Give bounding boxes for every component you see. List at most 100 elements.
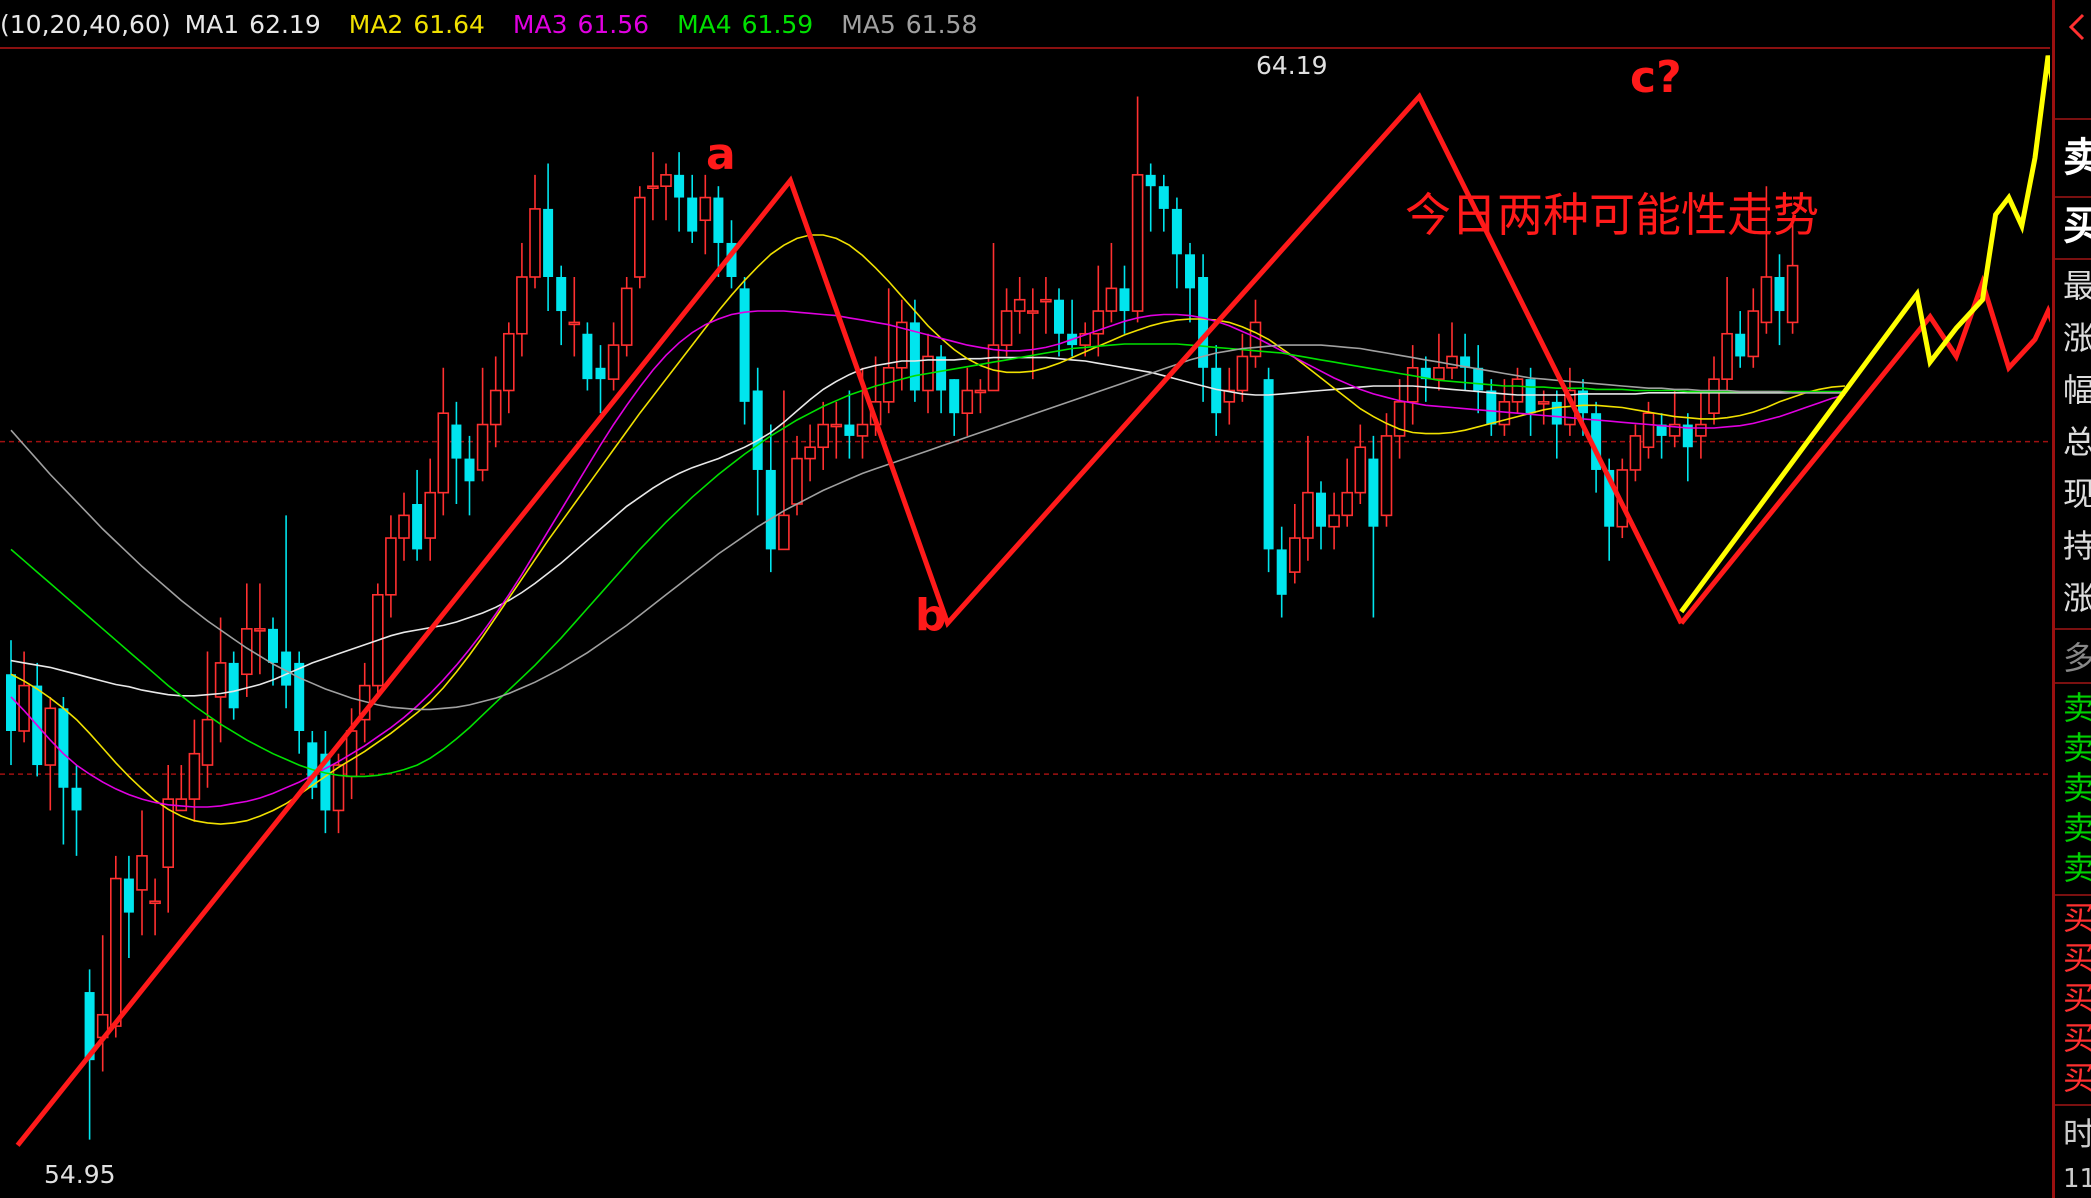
- candle-body-down: [1276, 549, 1287, 595]
- collapse-arrow-icon[interactable]: [2063, 12, 2089, 42]
- candle-body-up: [214, 662, 227, 698]
- ma5-legend: MA5 61.58: [841, 10, 987, 39]
- ma4-value: 61.59: [741, 9, 814, 39]
- ma4-legend: MA4 61.59: [677, 10, 823, 39]
- candle-body-up: [1302, 491, 1314, 539]
- candle-body-up: [1289, 537, 1301, 573]
- candle-body-down: [412, 504, 423, 550]
- ma1-legend: MA1 62.19: [185, 10, 331, 39]
- candle-body-down: [713, 197, 724, 243]
- buy-level-3: 买: [2063, 979, 2091, 1017]
- stat-row-4: 总: [2063, 423, 2091, 461]
- high-price-label: 64.19: [1256, 51, 1328, 80]
- candle-body-down: [71, 787, 82, 811]
- candle-body-down: [765, 469, 776, 550]
- candle-body-down: [123, 878, 134, 913]
- candle-body-up: [1721, 332, 1733, 380]
- sell-level-4: 卖: [2063, 729, 2091, 767]
- candle-body-down: [739, 288, 750, 402]
- forecast-note: 今日两种可能性走势: [1405, 188, 1819, 242]
- candle-body-up: [1406, 366, 1419, 403]
- candle-body-up: [633, 196, 646, 278]
- candle-body-up: [476, 423, 489, 471]
- candle-body-up: [804, 446, 816, 460]
- candle-body-up: [830, 423, 843, 428]
- candle-body-down: [844, 424, 855, 436]
- candle-body-up: [791, 457, 803, 505]
- candle-body-down: [1185, 254, 1195, 289]
- candle-body-down: [752, 390, 763, 470]
- stat-row-5: 现: [2063, 475, 2091, 513]
- candle-body-down: [1473, 367, 1484, 391]
- candle-body-up: [516, 276, 528, 335]
- candle-body-up: [961, 389, 974, 415]
- candle-body-up: [778, 514, 790, 551]
- candle-body-down: [1263, 379, 1274, 550]
- stat-row-1: 最: [2063, 267, 2091, 305]
- candle-body-down: [464, 458, 475, 482]
- wave-label-b: b: [915, 590, 947, 641]
- sell-level-5: 卖: [2063, 689, 2091, 727]
- candle-body-up: [241, 628, 253, 676]
- candle-body-up: [254, 628, 266, 632]
- candle-body-up: [1040, 298, 1052, 303]
- candle-body-up: [1695, 423, 1707, 437]
- stat-row-6: 持: [2063, 527, 2091, 565]
- candle-body-down: [1158, 186, 1169, 209]
- candle-body-up: [1354, 446, 1367, 494]
- candle-body-up: [1013, 298, 1026, 312]
- time-header: 时: [2063, 1115, 2091, 1153]
- wave-abc-path: [15, 92, 1684, 1147]
- ma5-label: MA5: [841, 9, 896, 39]
- candle-body-down: [674, 174, 685, 198]
- candle-body-up: [136, 855, 148, 891]
- ma3-label: MA3: [512, 9, 568, 39]
- candle-body-down: [228, 662, 239, 709]
- panel-tab[interactable]: 多: [2063, 642, 2091, 674]
- candle-body-up: [1027, 310, 1039, 314]
- candle-body-up: [201, 718, 214, 766]
- candle-body-up: [699, 196, 712, 222]
- candle-body-up: [1760, 276, 1773, 324]
- candle-body-up: [1747, 310, 1760, 358]
- ma3-legend: MA3 61.56: [513, 10, 659, 39]
- stat-row-7: 涨: [2063, 579, 2091, 617]
- candle-body-up: [1328, 514, 1340, 528]
- candle-body-down: [595, 367, 606, 380]
- candle-body-up: [987, 344, 1000, 392]
- ma1-label: MA1: [184, 9, 240, 39]
- sell-level-2: 卖: [2063, 809, 2091, 847]
- candle-body-down: [543, 208, 554, 277]
- candle-body-down: [1774, 277, 1785, 312]
- candle-body-down: [1171, 208, 1182, 255]
- forecast-path-red: [1679, 274, 2050, 625]
- candle-body-down: [1198, 277, 1209, 368]
- candle-body-down: [1368, 458, 1379, 527]
- candle-body-up: [175, 798, 188, 812]
- candle-body-up: [1433, 366, 1445, 380]
- sell-level-3: 卖: [2063, 769, 2091, 807]
- candle-body-down: [451, 424, 462, 459]
- candle-body-down: [582, 333, 593, 380]
- buy-level-1: 买: [2063, 899, 2091, 937]
- ma3-value: 61.56: [577, 9, 650, 39]
- candle-body-up: [1642, 412, 1655, 449]
- candle-body-up: [332, 764, 345, 812]
- wave-label-a: a: [706, 129, 736, 180]
- candle-body-down: [556, 277, 567, 312]
- candle-body-down: [1551, 401, 1562, 425]
- candle-body-up: [489, 389, 502, 426]
- candle-body-up: [974, 389, 987, 394]
- candle-body-up: [568, 321, 581, 326]
- stat-row-2: 涨: [2063, 319, 2091, 357]
- candle-body-up: [1786, 264, 1799, 324]
- candle-body-up: [882, 366, 895, 403]
- ma5-value: 61.58: [905, 9, 978, 39]
- quote-side-panel: 卖 买 最 涨 幅 总 现 持 涨 多 卖 卖 卖 卖 卖 买 买 买 买 买 …: [2052, 0, 2091, 1198]
- candle-body-down: [687, 197, 698, 232]
- candle-body-down: [294, 662, 305, 731]
- candle-body-up: [385, 537, 397, 596]
- candle-body-up: [110, 877, 122, 1027]
- candle-body-down: [1145, 174, 1156, 187]
- ma1-value: 62.19: [249, 9, 321, 39]
